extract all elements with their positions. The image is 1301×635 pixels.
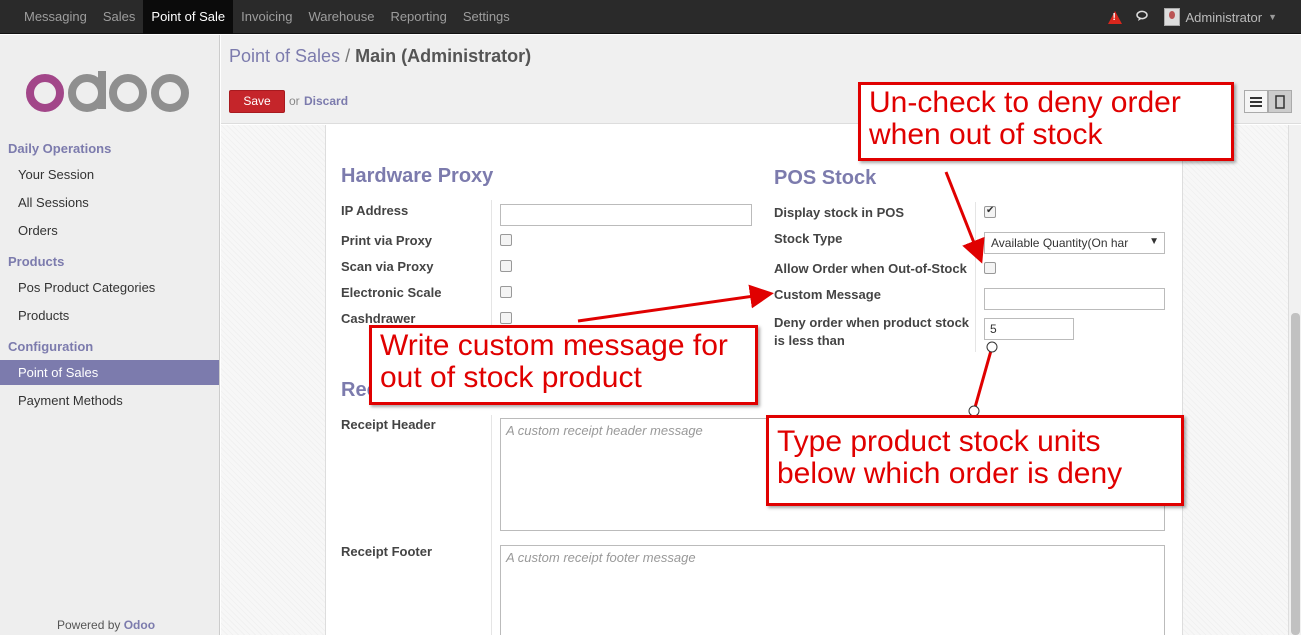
cashdrawer-checkbox[interactable] [500,312,512,324]
form-view-button[interactable] [1268,90,1292,113]
stock-type-label: Stock Type [774,231,843,246]
top-right-tools: Administrator ▼ [1107,0,1277,34]
breadcrumb: Point of Sales / Main (Administrator) [229,46,531,67]
ip-address-label: IP Address [341,203,409,218]
menu-sales[interactable]: Sales [95,0,144,34]
annotation-stock-units: Type product stock units below which ord… [766,415,1184,506]
allow-order-checkbox[interactable] [984,262,996,274]
breadcrumb-separator: / [345,46,351,66]
list-icon [1250,96,1262,107]
select-arrow-icon: ▼ [1149,236,1159,247]
powered-by-link[interactable]: Odoo [124,618,155,632]
discard-link[interactable]: Discard [304,94,348,108]
menu-settings[interactable]: Settings [455,0,518,34]
odoo-logo[interactable] [25,69,193,113]
annotation-uncheck: Un-check to deny order when out of stock [858,82,1234,161]
stock-type-select[interactable]: Available Quantity(On har ▼ [984,232,1165,254]
electronic-scale-label: Electronic Scale [341,285,442,300]
user-name[interactable]: Administrator [1186,10,1263,25]
alert-icon[interactable] [1107,10,1122,24]
divider [491,200,492,330]
powered-by-prefix: Powered by [57,618,121,632]
annotation-message-line1: Write custom message for [380,329,728,362]
receipt-footer-label: Receipt Footer [341,544,433,559]
menu-warehouse[interactable]: Warehouse [300,0,382,34]
stock-type-value: Available Quantity(On har [991,236,1129,250]
print-via-proxy-label: Print via Proxy [341,233,433,248]
display-stock-label: Display stock in POS [774,205,905,220]
annotation-custom-message: Write custom message for out of stock pr… [369,325,758,405]
allow-order-label: Allow Order when Out-of-Stock [774,261,967,276]
annotation-uncheck-line1: Un-check to deny order [869,86,1181,119]
annotation-uncheck-line2: when out of stock [869,118,1103,151]
sidebar: Daily Operations Your Session All Sessio… [0,35,220,635]
form-icon [1275,94,1285,109]
deny-order-threshold-input[interactable] [984,318,1074,340]
menu-invoicing[interactable]: Invoicing [233,0,300,34]
menu-point-of-sale[interactable]: Point of Sale [143,0,234,34]
or-text: or [289,94,300,108]
user-menu-caret-icon[interactable]: ▼ [1268,12,1277,22]
list-view-button[interactable] [1244,90,1268,113]
scrollbar-thumb[interactable] [1291,313,1300,635]
page-title: Main (Administrator) [355,46,532,66]
custom-message-label: Custom Message [774,287,881,302]
menu-messaging[interactable]: Messaging [16,0,95,34]
chat-icon[interactable] [1135,10,1150,25]
sidebar-item-your-session[interactable]: Your Session [0,162,219,187]
sidebar-item-payment-methods[interactable]: Payment Methods [0,388,219,413]
electronic-scale-checkbox[interactable] [500,286,512,298]
top-menu: Messaging Sales Point of Sale Invoicing … [16,0,518,34]
top-navbar: Messaging Sales Point of Sale Invoicing … [0,0,1301,34]
divider [975,202,976,352]
scan-via-proxy-label: Scan via Proxy [341,259,434,274]
breadcrumb-link[interactable]: Point of Sales [229,46,340,66]
annotation-units-line2: below which order is deny [777,457,1123,490]
deny-order-label-line1: Deny order when product stock [774,315,970,330]
custom-message-input[interactable] [984,288,1165,310]
print-via-proxy-checkbox[interactable] [500,234,512,246]
ip-address-input[interactable] [500,204,752,226]
hardware-proxy-title: Hardware Proxy [341,165,494,187]
receipt-footer-textarea[interactable]: A custom receipt footer message [500,545,1165,635]
save-button[interactable]: Save [229,90,285,113]
nav-head-configuration: Configuration [8,339,94,354]
scan-via-proxy-checkbox[interactable] [500,260,512,272]
cashdrawer-label: Cashdrawer [341,311,416,326]
sidebar-item-products[interactable]: Products [0,303,219,328]
nav-head-daily-operations: Daily Operations [8,141,112,156]
divider [491,415,492,635]
nav-head-products: Products [8,254,65,269]
pos-stock-title: POS Stock [774,167,877,189]
annotation-message-line2: out of stock product [380,361,642,394]
scrollbar[interactable] [1288,125,1301,635]
powered-by: Powered by Odoo [57,618,155,632]
receipt-header-label: Receipt Header [341,417,436,432]
menu-reporting[interactable]: Reporting [382,0,454,34]
display-stock-checkbox[interactable] [984,205,996,218]
avatar[interactable] [1163,8,1180,26]
annotation-units-line1: Type product stock units [777,425,1101,458]
sidebar-item-all-sessions[interactable]: All Sessions [0,190,219,215]
deny-order-label-line2: is less than [774,333,845,348]
view-switcher [1244,90,1292,113]
sidebar-item-pos-product-categories[interactable]: Pos Product Categories [0,275,219,300]
sidebar-item-point-of-sales[interactable]: Point of Sales [0,360,219,385]
sidebar-item-orders[interactable]: Orders [0,218,219,243]
